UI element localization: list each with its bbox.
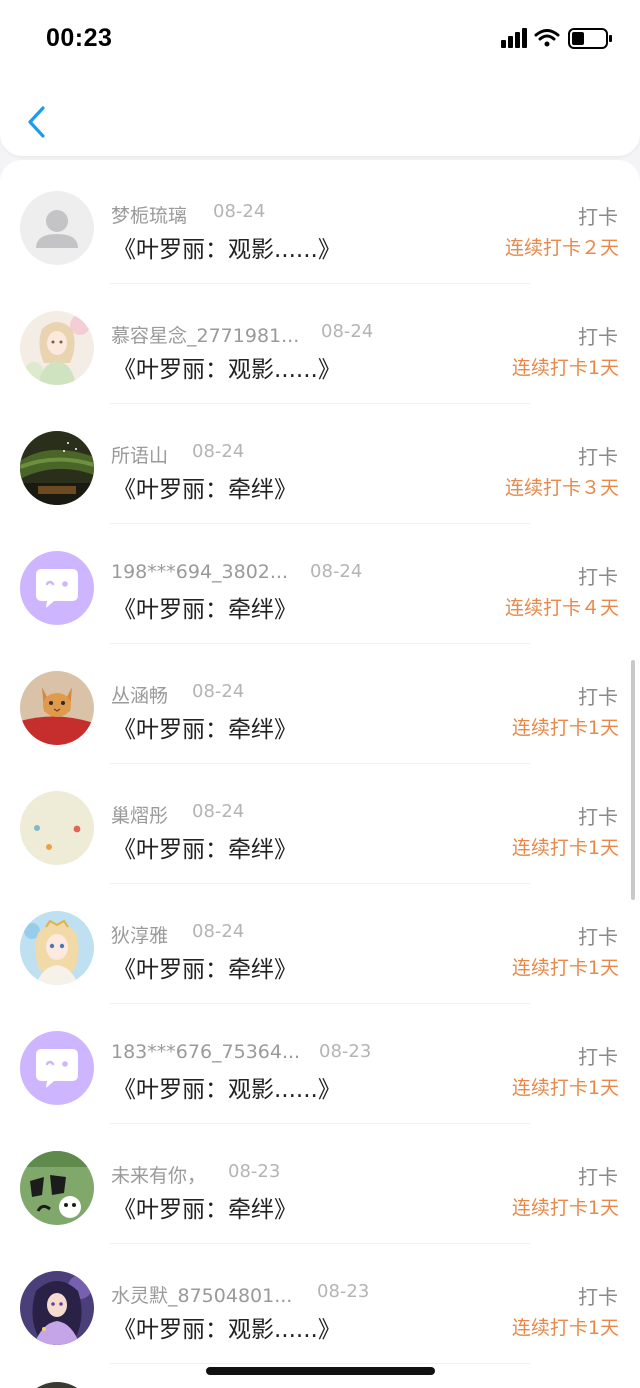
list-item[interactable]: 未来有你， 08-23 《叶罗丽：牵绊》 打卡 连续打卡1天 — [0, 1124, 640, 1244]
back-button[interactable] — [16, 100, 56, 144]
list-item[interactable]: 所语山 08-24 《叶罗丽：牵绊》 打卡 连续打卡３天 — [0, 404, 640, 524]
divider — [110, 1363, 530, 1364]
wifi-icon — [534, 29, 560, 47]
list-item[interactable]: 慕容星念_2771981... 08-24 《叶罗丽：观影......》 打卡 … — [0, 284, 640, 404]
status-icons — [501, 26, 616, 52]
streak-text: 连续打卡1天 — [511, 1317, 619, 1339]
checkin-label: 打卡 — [578, 1165, 618, 1189]
status-bar: 00:23 — [0, 0, 640, 80]
avatar[interactable] — [20, 311, 94, 385]
checkin-label: 打卡 — [578, 205, 618, 229]
home-indicator — [206, 1367, 435, 1375]
sticker-avatar-icon — [20, 1151, 94, 1225]
list-item[interactable]: 巢熠彤 08-24 《叶罗丽：牵绊》 打卡 连续打卡1天 — [0, 764, 640, 884]
checkin-label: 打卡 — [578, 565, 618, 589]
list-item[interactable]: 狄淳雅 08-24 《叶罗丽：牵绊》 打卡 连续打卡1天 — [0, 884, 640, 1004]
checkin-date: 08-24 — [192, 921, 245, 942]
list-item[interactable]: 丛涵畅 08-24 《叶罗丽：牵绊》 打卡 连续打卡1天 — [0, 644, 640, 764]
anime-girl-avatar-icon — [20, 311, 94, 385]
user-name: 慕容星念_2771981... — [111, 325, 300, 347]
checkin-date: 08-24 — [192, 441, 245, 462]
book-title: 《叶罗丽：观影......》 — [113, 1317, 341, 1343]
checkin-label: 打卡 — [578, 1285, 618, 1309]
checkin-label: 打卡 — [578, 925, 618, 949]
chevron-left-icon — [28, 106, 45, 138]
list-item[interactable]: 198***694_3802... 08-24 《叶罗丽：牵绊》 打卡 连续打卡… — [0, 524, 640, 644]
checkin-date: 08-24 — [192, 681, 245, 702]
book-title: 《叶罗丽：牵绊》 — [113, 597, 297, 623]
avatar[interactable] — [20, 911, 94, 985]
book-title: 《叶罗丽：观影......》 — [113, 357, 341, 383]
user-name: 198***694_3802... — [111, 561, 289, 583]
avatar[interactable] — [20, 791, 94, 865]
user-name: 丛涵畅 — [111, 685, 169, 707]
list-item[interactable]: 梦栀琉璃 08-24 《叶罗丽：观影......》 打卡 连续打卡２天 — [0, 164, 640, 284]
avatar[interactable] — [20, 1382, 94, 1388]
dots-avatar-icon — [20, 791, 94, 865]
streak-text: 连续打卡1天 — [511, 957, 619, 979]
avatar[interactable] — [20, 1031, 94, 1105]
chat-bubble-avatar-icon — [20, 1031, 94, 1105]
anime-girl-avatar-icon — [20, 1271, 94, 1345]
user-name: 巢熠彤 — [111, 805, 169, 827]
checkin-label: 打卡 — [578, 805, 618, 829]
streak-text: 连续打卡1天 — [511, 717, 619, 739]
user-name: 所语山 — [111, 445, 169, 467]
avatar[interactable] — [20, 551, 94, 625]
book-title: 《叶罗丽：观影......》 — [113, 1077, 341, 1103]
navigation-bar — [0, 80, 640, 156]
book-title: 《叶罗丽：牵绊》 — [113, 717, 297, 743]
list-item[interactable]: 水灵默_87504801... 08-23 《叶罗丽：观影......》 打卡 … — [0, 1244, 640, 1364]
checkin-date: 08-24 — [321, 321, 374, 342]
user-name: 梦栀琉璃 — [111, 205, 188, 227]
checkin-label: 打卡 — [578, 1045, 618, 1069]
cat-avatar-icon — [20, 671, 94, 745]
checkin-label: 打卡 — [578, 445, 618, 469]
user-name: 水灵默_87504801... — [111, 1285, 293, 1307]
avatar[interactable] — [20, 191, 94, 265]
streak-text: 连续打卡1天 — [511, 1197, 619, 1219]
avatar[interactable] — [20, 1271, 94, 1345]
checkin-date: 08-23 — [228, 1161, 281, 1182]
book-title: 《叶罗丽：牵绊》 — [113, 837, 297, 863]
book-title: 《叶罗丽：观影......》 — [113, 237, 341, 263]
user-name: 狄淳雅 — [111, 925, 169, 947]
default-avatar-icon — [20, 191, 94, 265]
list-item[interactable]: 183***676_75364... 08-23 《叶罗丽：观影......》 … — [0, 1004, 640, 1124]
book-title: 《叶罗丽：牵绊》 — [113, 477, 297, 503]
checkin-date: 08-23 — [319, 1041, 372, 1062]
avatar[interactable] — [20, 431, 94, 505]
battery-icon — [568, 28, 612, 49]
book-title: 《叶罗丽：牵绊》 — [113, 957, 297, 983]
checkin-list: 梦栀琉璃 08-24 《叶罗丽：观影......》 打卡 连续打卡２天 慕容星念… — [0, 160, 640, 1388]
checkin-label: 打卡 — [578, 325, 618, 349]
scrollbar[interactable] — [631, 660, 635, 900]
streak-text: 连续打卡1天 — [511, 1077, 619, 1099]
checkin-date: 08-24 — [213, 201, 266, 222]
streak-text: 连续打卡1天 — [511, 357, 619, 379]
streak-text: 连续打卡３天 — [504, 477, 619, 499]
avatar[interactable] — [20, 671, 94, 745]
streak-text: 连续打卡４天 — [504, 597, 619, 619]
book-title: 《叶罗丽：牵绊》 — [113, 1197, 297, 1223]
checkin-date: 08-23 — [317, 1281, 370, 1302]
streak-text: 连续打卡２天 — [504, 237, 619, 259]
cellular-signal-icon — [501, 28, 527, 48]
chat-bubble-avatar-icon — [20, 551, 94, 625]
partial-avatar-icon — [20, 1382, 94, 1388]
status-time: 00:23 — [46, 24, 113, 52]
user-name: 未来有你， — [111, 1165, 207, 1187]
checkin-label: 打卡 — [578, 685, 618, 709]
user-name: 183***676_75364... — [111, 1041, 301, 1063]
streak-text: 连续打卡1天 — [511, 837, 619, 859]
checkin-date: 08-24 — [310, 561, 363, 582]
anime-girl-avatar-icon — [20, 911, 94, 985]
avatar[interactable] — [20, 1151, 94, 1225]
checkin-date: 08-24 — [192, 801, 245, 822]
aurora-night-avatar-icon — [20, 431, 94, 505]
